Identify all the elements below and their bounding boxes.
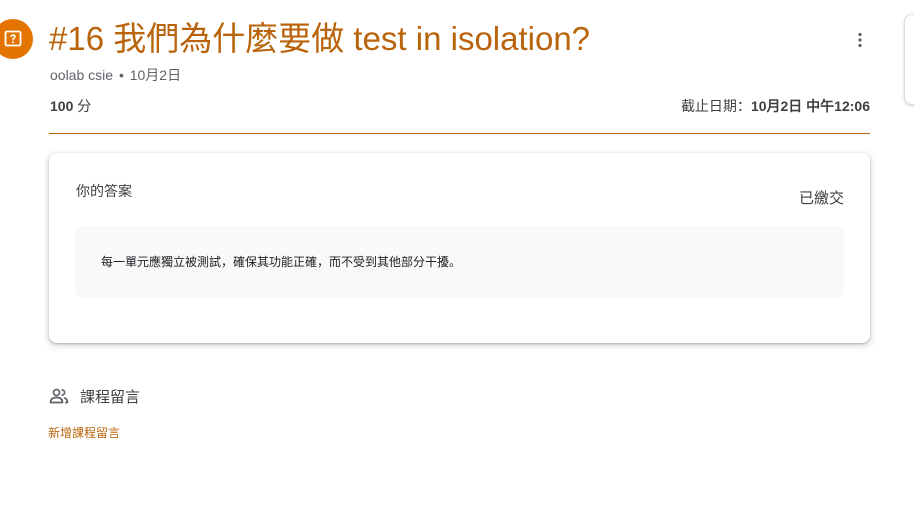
author-name: oolab csie [50,67,114,83]
your-answer-heading: 你的答案 [76,183,132,199]
points-unit: 分 [77,98,92,114]
class-comments-header: 課程留言 [49,386,140,406]
submission-status: 已繳交 [798,190,844,207]
more-vert-icon [858,32,862,48]
answer-box: 每一單元應獨立被測試，確保其功能正確，而不受到其他部分干擾。 [75,226,844,298]
assignment-page: #16 我們為什麼要做 test in isolation? oolab csi… [0,0,914,523]
points-value: 100 [50,98,74,114]
side-panel-card [904,14,914,105]
assignment-question-icon [0,19,33,59]
answer-text: 每一單元應獨立被測試，確保其功能正確，而不受到其他部分干擾。 [101,255,462,269]
add-class-comment-link[interactable]: 新增課程留言 [48,425,120,441]
class-comments-label: 課程留言 [80,388,141,406]
your-answer-card: 你的答案 已繳交 每一單元應獨立被測試，確保其功能正確，而不受到其他部分干擾。 [49,153,870,343]
posted-date: 10月2日 [129,67,182,83]
due-label: 截止日期： [680,98,751,114]
points: 100 分 [50,97,91,115]
assignment-meta: oolab csie • 10月2日 [50,66,181,84]
more-options-button[interactable] [846,26,874,54]
due-date: 10月2日 中午12:06 [750,98,870,114]
assignment-title: #16 我們為什麼要做 test in isolation? [49,20,591,57]
people-icon [49,388,69,404]
meta-separator: • [118,67,124,83]
due-date-line: 截止日期：10月2日 中午12:06 [681,97,870,115]
header-divider [49,133,870,134]
